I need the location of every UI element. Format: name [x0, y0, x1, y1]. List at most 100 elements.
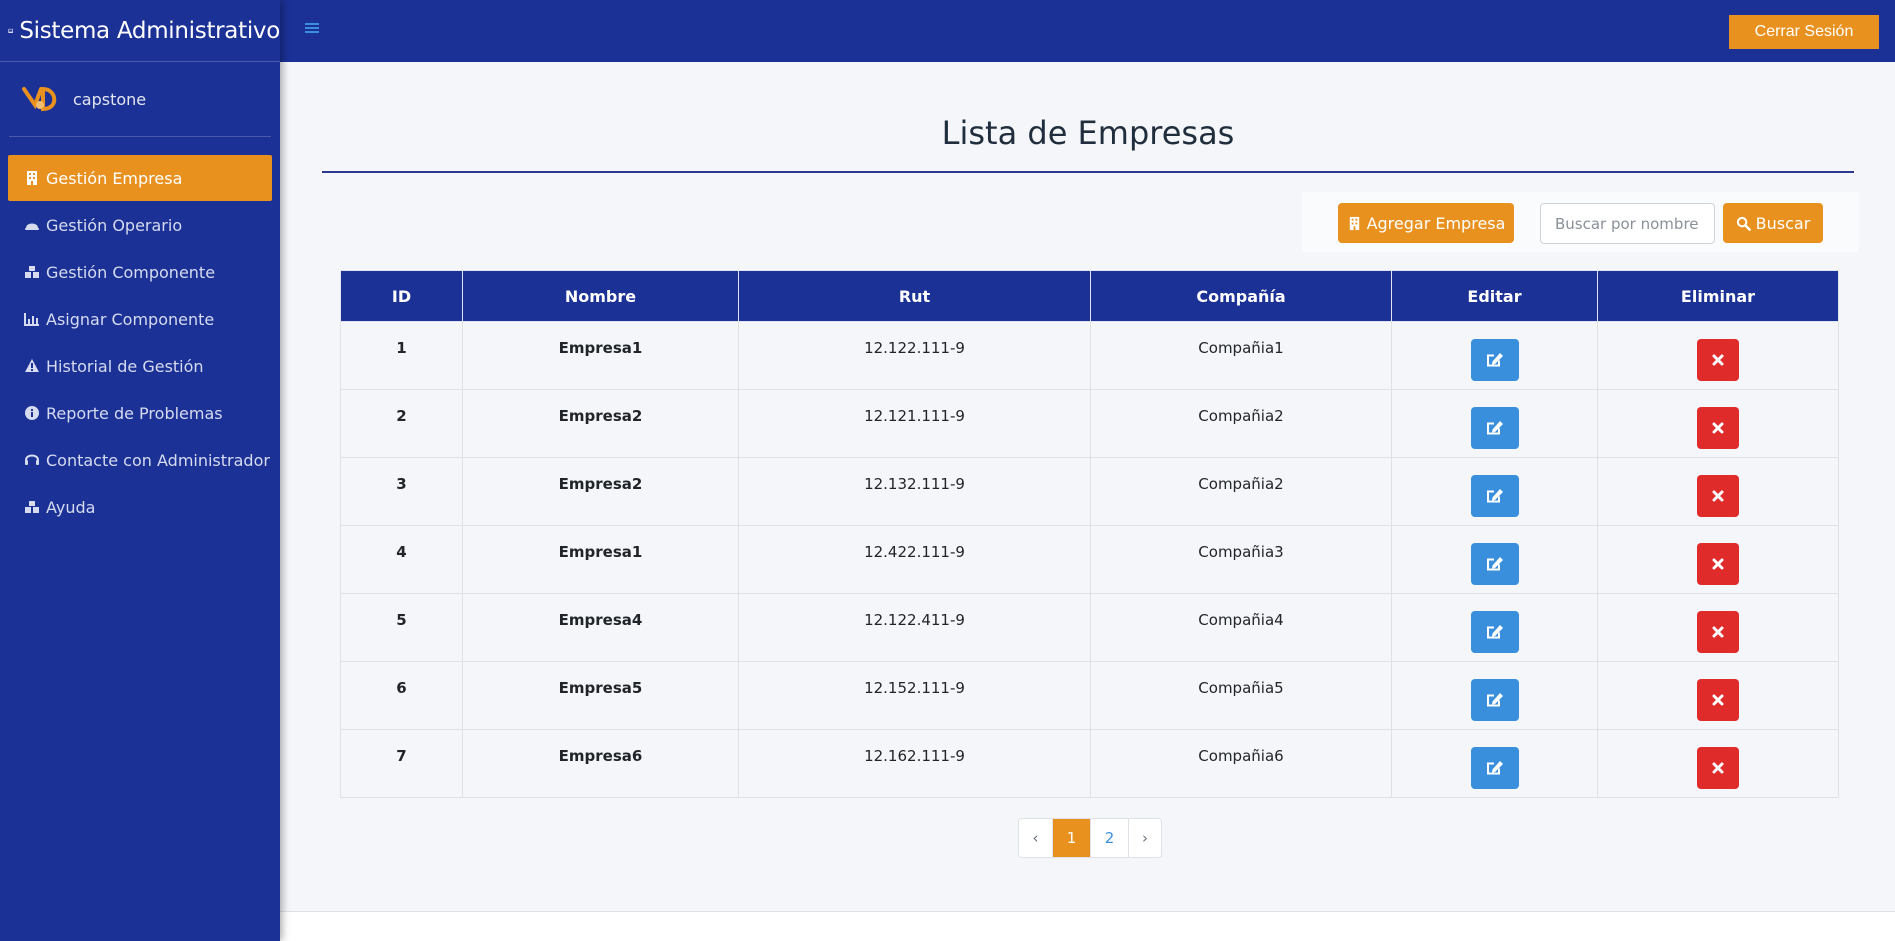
page-title: Lista de Empresas	[941, 114, 1235, 152]
cell-rut: 12.132.111-9	[738, 457, 1091, 526]
cell-compania: Compañia3	[1090, 525, 1392, 594]
cell-editar	[1391, 321, 1598, 390]
logout-button[interactable]: Cerrar Sesión	[1729, 15, 1879, 49]
delete-button[interactable]	[1697, 407, 1739, 449]
search-icon	[1736, 216, 1751, 231]
search-input[interactable]	[1540, 203, 1715, 244]
search-button-label: Buscar	[1755, 213, 1811, 233]
edit-button[interactable]	[1470, 543, 1519, 585]
column-header-rut[interactable]: Rut	[738, 270, 1091, 322]
pagination-page-2[interactable]: 2	[1090, 819, 1128, 857]
cell-compania: Compañia5	[1090, 661, 1392, 730]
column-header-id[interactable]: ID	[340, 270, 463, 322]
close-icon	[1712, 490, 1724, 502]
cell-compania: Compañia2	[1090, 457, 1392, 526]
pagination-page-1[interactable]: 1	[1052, 819, 1090, 857]
building-icon	[27, 171, 37, 185]
delete-button[interactable]	[1697, 543, 1739, 585]
cell-compania: Compañia6	[1090, 729, 1392, 798]
cell-nombre: Empresa6	[462, 729, 739, 798]
boxes-icon	[25, 266, 39, 278]
sidebar: Sistema Administrativo capstone Gestión …	[0, 0, 280, 941]
sidebar-item-historial-gestion[interactable]: Historial de Gestión	[8, 343, 272, 389]
column-header-eliminar: Eliminar	[1597, 270, 1839, 322]
menu-toggle-icon[interactable]	[304, 20, 320, 36]
close-icon	[1712, 626, 1724, 638]
table-row: 2 Empresa2 12.121.111-9 Compañia2	[340, 389, 1839, 458]
edit-icon	[1486, 353, 1503, 367]
cell-rut: 12.152.111-9	[738, 661, 1091, 730]
sidebar-item-label: Gestión Empresa	[46, 168, 183, 188]
edit-button[interactable]	[1470, 339, 1519, 381]
cell-eliminar	[1597, 321, 1839, 390]
cell-nombre: Empresa4	[462, 593, 739, 662]
column-header-editar: Editar	[1391, 270, 1598, 322]
building-icon	[1349, 216, 1359, 230]
pagination-next[interactable]: ›	[1128, 819, 1161, 857]
sidebar-item-label: Asignar Componente	[46, 309, 215, 329]
delete-button[interactable]	[1697, 339, 1739, 381]
delete-button[interactable]	[1697, 611, 1739, 653]
cell-id: 6	[340, 661, 463, 730]
top-navbar: Cerrar Sesión	[280, 0, 1895, 62]
sidebar-item-ayuda[interactable]: Ayuda	[8, 484, 272, 530]
headset-icon	[25, 454, 39, 465]
column-header-nombre[interactable]: Nombre	[462, 270, 739, 322]
cell-eliminar	[1597, 593, 1839, 662]
cell-id: 3	[340, 457, 463, 526]
table-row: 3 Empresa2 12.132.111-9 Compañia2	[340, 457, 1839, 526]
edit-button[interactable]	[1470, 679, 1519, 721]
cell-nombre: Empresa1	[462, 321, 739, 390]
search-button[interactable]: Buscar	[1723, 203, 1823, 243]
sidebar-item-gestion-empresa[interactable]: Gestión Empresa	[8, 155, 272, 201]
main-content: Lista de Empresas Agregar Empresa Buscar…	[280, 62, 1895, 911]
sidebar-item-contacte-administrador[interactable]: Contacte con Administrador	[8, 437, 272, 483]
sidebar-item-label: Historial de Gestión	[46, 356, 204, 376]
cell-rut: 12.422.111-9	[738, 525, 1091, 594]
cell-rut: 12.121.111-9	[738, 389, 1091, 458]
brand[interactable]: Sistema Administrativo	[0, 0, 280, 62]
table-row: 5 Empresa4 12.122.411-9 Compañia4	[340, 593, 1839, 662]
sidebar-item-label: Gestión Operario	[46, 215, 183, 235]
edit-button[interactable]	[1470, 407, 1519, 449]
edit-icon	[1486, 489, 1503, 503]
delete-button[interactable]	[1697, 475, 1739, 517]
app-title: Sistema Administrativo	[19, 17, 280, 44]
user-panel[interactable]: capstone	[9, 62, 271, 137]
cell-eliminar	[1597, 457, 1839, 526]
edit-button[interactable]	[1470, 475, 1519, 517]
sidebar-item-gestion-componente[interactable]: Gestión Componente	[8, 249, 272, 295]
table-row: 7 Empresa6 12.162.111-9 Compañia6	[340, 729, 1839, 798]
close-icon	[1712, 354, 1724, 366]
sidebar-item-gestion-operario[interactable]: Gestión Operario	[8, 202, 272, 248]
table-row: 1 Empresa1 12.122.111-9 Compañia1	[340, 321, 1839, 390]
table-row: 6 Empresa5 12.152.111-9 Compañia5	[340, 661, 1839, 730]
cell-compania: Compañia2	[1090, 389, 1392, 458]
edit-button[interactable]	[1470, 747, 1519, 789]
delete-button[interactable]	[1697, 747, 1739, 789]
cell-eliminar	[1597, 729, 1839, 798]
close-icon	[1712, 558, 1724, 570]
laptop-icon	[8, 28, 14, 33]
cell-editar	[1391, 729, 1598, 798]
cell-nombre: Empresa2	[462, 389, 739, 458]
sidebar-item-asignar-componente[interactable]: Asignar Componente	[8, 296, 272, 342]
column-header-compania[interactable]: Compañía	[1090, 270, 1392, 322]
edit-icon	[1486, 421, 1503, 435]
pagination-prev[interactable]: ‹	[1019, 819, 1052, 857]
cell-nombre: Empresa1	[462, 525, 739, 594]
cell-editar	[1391, 593, 1598, 662]
cell-compania: Compañia4	[1090, 593, 1392, 662]
sidebar-item-reporte-problemas[interactable]: Reporte de Problemas	[8, 390, 272, 436]
warning-icon	[25, 359, 39, 372]
edit-icon	[1486, 761, 1503, 775]
edit-button[interactable]	[1470, 611, 1519, 653]
footer	[280, 911, 1895, 941]
delete-button[interactable]	[1697, 679, 1739, 721]
add-company-label: Agregar Empresa	[1366, 213, 1506, 233]
cell-nombre: Empresa5	[462, 661, 739, 730]
toolbar: Agregar Empresa Buscar	[1302, 192, 1859, 252]
cell-compania: Compañia1	[1090, 321, 1392, 390]
cell-editar	[1391, 525, 1598, 594]
add-company-button[interactable]: Agregar Empresa	[1338, 203, 1514, 243]
